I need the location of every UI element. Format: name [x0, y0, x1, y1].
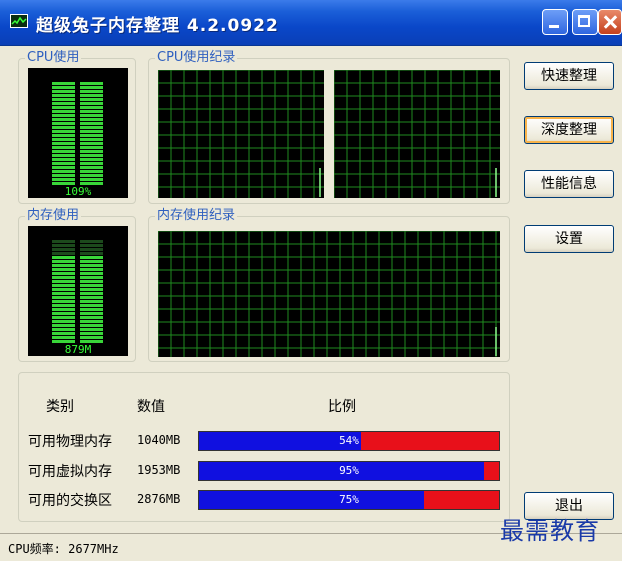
memory-history-label: 内存使用纪录 [155, 208, 238, 224]
cpu-frequency-text: CPU频率: 2677MHz [8, 542, 119, 556]
maximize-button[interactable] [572, 9, 598, 35]
memory-usage-meter: 879M [28, 226, 128, 356]
window-title: 超级兔子内存整理 4.2.0922 [36, 16, 279, 36]
ratio-header: 比例 [328, 399, 356, 415]
virtual-memory-bar: 95% [198, 461, 500, 481]
close-button[interactable] [598, 9, 622, 35]
physical-memory-percent: 54% [339, 434, 359, 447]
cpu-history-graph [158, 70, 324, 198]
cpu-usage-value: 109% [64, 185, 92, 198]
cpu-history-group: CPU使用纪录 [148, 50, 510, 204]
memory-usage-group: 内存使用 879M [18, 208, 136, 362]
cpu-usage-group: CPU使用 109% [18, 50, 136, 204]
watermark-text: 最需教育 [500, 517, 600, 545]
title-bar[interactable]: 超级兔子内存整理 4.2.0922 [0, 0, 622, 46]
swap-bar: 75% [198, 490, 500, 510]
memory-history-graph [158, 231, 500, 357]
virtual-memory-value: 1953MB [137, 463, 181, 477]
physical-memory-bar: 54% [198, 431, 500, 451]
swap-value: 2876MB [137, 492, 181, 506]
swap-percent: 75% [339, 493, 359, 506]
virtual-memory-percent: 95% [339, 464, 359, 477]
category-header: 类别 [46, 399, 74, 415]
physical-memory-label: 可用物理内存 [28, 434, 112, 450]
memory-usage-label: 内存使用 [25, 208, 82, 224]
quick-optimize-button[interactable]: 快速整理 [524, 62, 614, 90]
swap-label: 可用的交换区 [28, 493, 112, 509]
settings-button[interactable]: 设置 [524, 225, 614, 253]
cpu-usage-label: CPU使用 [25, 50, 82, 66]
virtual-memory-label: 可用虚拟内存 [28, 464, 112, 480]
minimize-button[interactable] [542, 9, 568, 35]
performance-info-button[interactable]: 性能信息 [524, 170, 614, 198]
deep-optimize-button[interactable]: 深度整理 [524, 116, 614, 144]
memory-usage-value: 879M [64, 343, 92, 356]
cpu-history-label: CPU使用纪录 [155, 50, 238, 66]
cpu-usage-meter: 109% [28, 68, 128, 198]
memory-history-group: 内存使用纪录 [148, 208, 510, 362]
cpu-history-graph-2 [334, 70, 500, 198]
app-icon [10, 14, 28, 28]
physical-memory-value: 1040MB [137, 433, 181, 447]
value-header: 数值 [137, 399, 165, 415]
